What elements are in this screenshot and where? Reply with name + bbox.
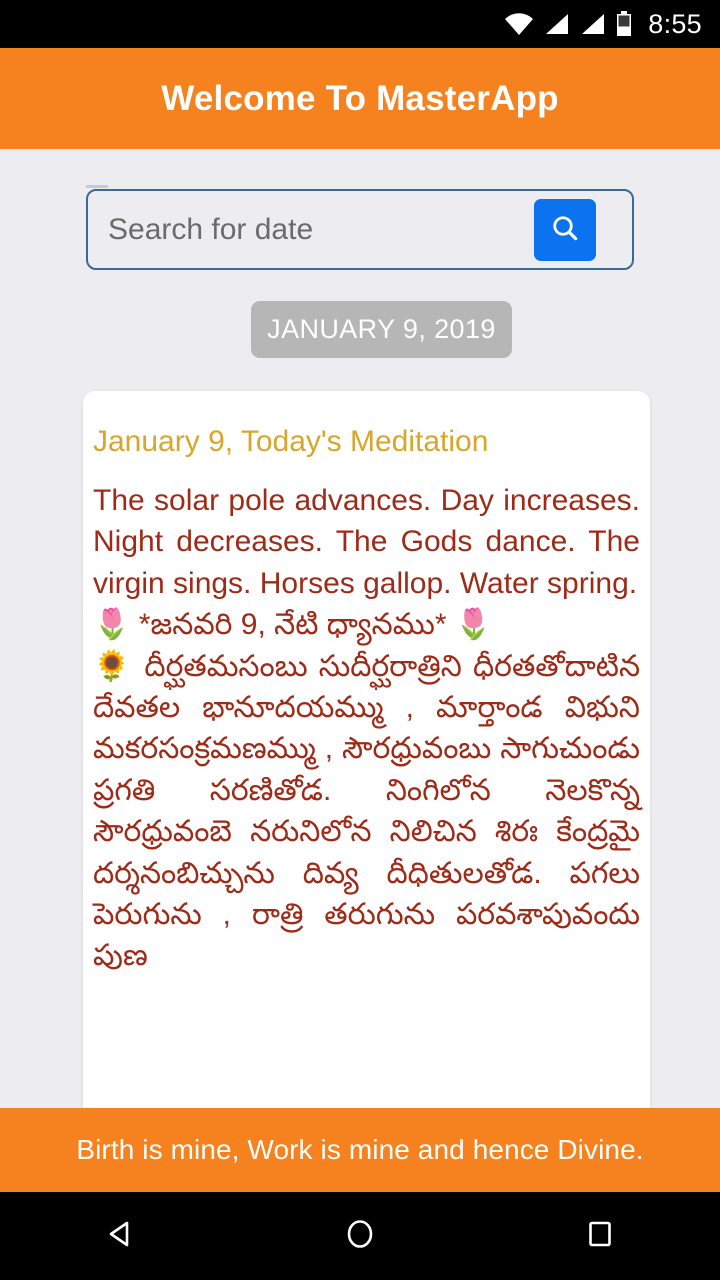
meditation-paragraph-english: The solar pole advances. Day increases. … <box>93 484 640 600</box>
nav-back-button[interactable] <box>60 1192 180 1280</box>
meditation-paragraph-telugu-heading: 🌷 *జనవరి 9, నేటి ధ్యానము* 🌷 <box>93 608 493 642</box>
page-title: Welcome To MasterApp <box>161 78 559 118</box>
content-area: JANUARY 9, 2019 January 9, Today's Medit… <box>0 149 720 1108</box>
search-button[interactable] <box>534 198 596 261</box>
status-bar-clock: 8:55 <box>648 8 702 39</box>
signal-icon <box>544 12 570 36</box>
footer-quote-text: Birth is mine, Work is mine and hence Di… <box>76 1134 644 1165</box>
nav-home-button[interactable] <box>300 1192 420 1280</box>
wifi-icon <box>504 12 534 36</box>
footer-banner: Birth is mine, Work is mine and hence Di… <box>0 1108 720 1192</box>
battery-icon <box>616 11 632 37</box>
search-field-outline[interactable] <box>86 189 634 270</box>
search-icon <box>549 212 581 247</box>
meditation-card-title: January 9, Today's Meditation <box>93 425 489 458</box>
selected-date-label: JANUARY 9, 2019 <box>267 314 496 344</box>
meditation-card: January 9, Today's Meditation The solar … <box>83 391 650 1108</box>
search-field-notch <box>86 185 108 188</box>
home-circle-icon <box>342 1216 378 1257</box>
android-nav-bar <box>0 1192 720 1280</box>
app-bar: Welcome To MasterApp <box>0 48 720 149</box>
signal-icon <box>580 12 606 36</box>
search-input[interactable] <box>88 212 534 247</box>
back-triangle-icon <box>102 1216 138 1257</box>
search-bar <box>86 185 634 270</box>
status-bar: 8:55 <box>0 0 720 48</box>
app-screen: 8:55 Welcome To MasterApp Search for dat… <box>0 0 720 1280</box>
selected-date-chip[interactable]: JANUARY 9, 2019 <box>251 301 512 358</box>
meditation-paragraph-telugu-body: 🌻 దీర్ఘతమసంబు సుదీర్ఘరాత్రిని ధీరతతోదాటి… <box>93 649 640 973</box>
nav-recents-button[interactable] <box>540 1192 660 1280</box>
recents-square-icon <box>582 1216 618 1257</box>
meditation-card-body: The solar pole advances. Day increases. … <box>83 458 650 977</box>
